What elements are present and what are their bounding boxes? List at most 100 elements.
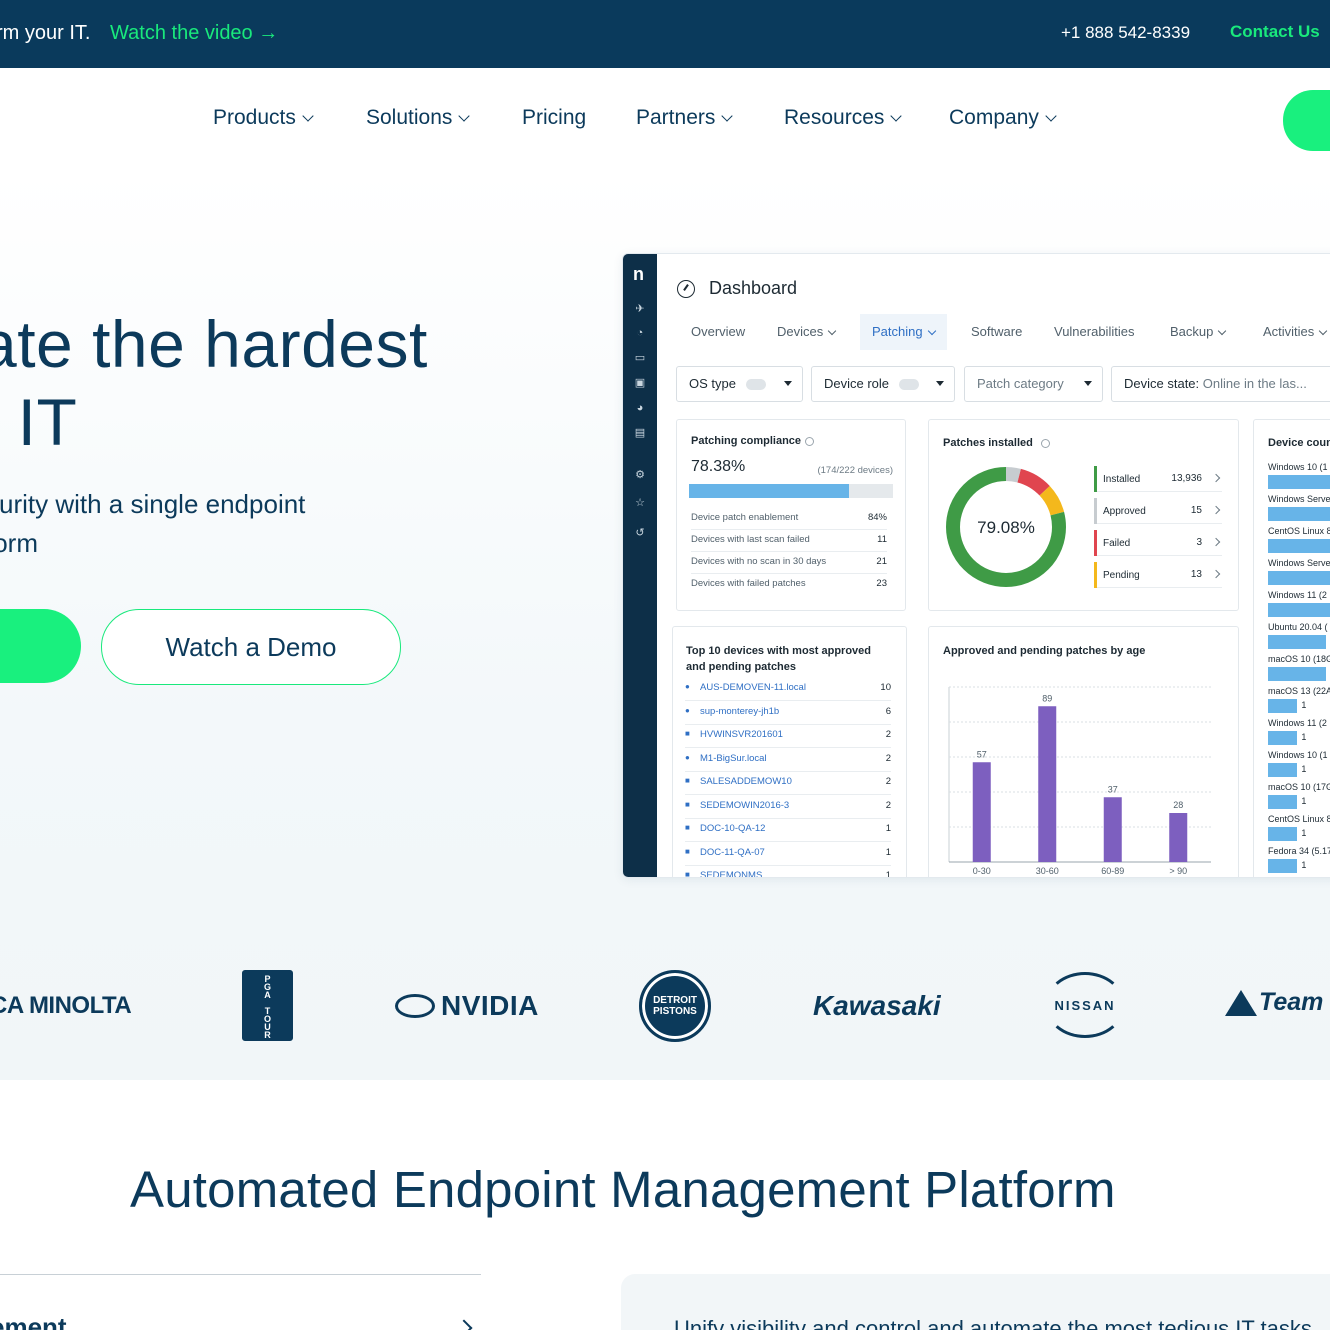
device-count-bar[interactable] — [1268, 539, 1330, 553]
tab-label: Devices — [777, 324, 824, 339]
gear-icon[interactable]: ⚙ — [633, 468, 647, 482]
device-count-bar[interactable] — [1268, 571, 1330, 585]
legend-row-installed[interactable]: Installed 13,936 — [1094, 466, 1222, 492]
rocket-icon[interactable]: ✈ — [633, 302, 647, 316]
bar-0-30[interactable] — [972, 762, 991, 862]
legend-row-approved[interactable]: Approved 15 — [1094, 498, 1222, 524]
device-count-bar[interactable] — [1268, 827, 1298, 841]
device-count: 2 — [885, 799, 891, 811]
devices-icon[interactable]: ▭ — [633, 351, 647, 365]
device-row[interactable]: ■ SALESADDEMOW10 2 — [685, 772, 891, 795]
device-row[interactable]: ■ SEDEMONMS 1 — [685, 866, 891, 877]
inbox-icon[interactable]: ▤ — [633, 426, 647, 440]
device-count-value: 1 — [1301, 700, 1307, 710]
tab-label: Activities — [1263, 324, 1315, 339]
chevron-down-icon — [828, 326, 837, 335]
device-count-label: CentOS Linux 8 — [1268, 814, 1330, 824]
nav-cta-button[interactable] — [1283, 90, 1330, 151]
tab-patching[interactable]: Patching — [860, 314, 947, 350]
tab-vulnerabilities[interactable]: Vulnerabilities — [1054, 314, 1134, 350]
device-count: 6 — [885, 705, 891, 717]
filter-value: Online in the las... — [1202, 376, 1307, 391]
primary-cta-button[interactable] — [0, 609, 81, 683]
compliance-row[interactable]: Devices with last scan failed 11 — [691, 530, 887, 552]
nav-solutions[interactable]: Solutions — [366, 106, 471, 130]
device-row[interactable]: ■ SEDEMOWIN2016-3 2 — [685, 796, 891, 819]
chevron-right-icon[interactable] — [455, 1319, 473, 1330]
chevron-right-icon — [1211, 569, 1221, 579]
star-icon[interactable]: ☆ — [633, 496, 647, 510]
device-count-bar[interactable] — [1268, 603, 1330, 617]
nav-company-label: Company — [949, 106, 1039, 129]
nav-products[interactable]: Products — [213, 106, 314, 130]
os-type-filter[interactable]: OS type — [676, 366, 803, 402]
tab-label: Overview — [691, 324, 746, 339]
gauge-icon[interactable]: ◔ — [633, 326, 647, 340]
chart-icon[interactable]: ◕ — [633, 401, 647, 415]
nav-pricing[interactable]: Pricing — [522, 106, 586, 130]
device-count-bar[interactable] — [1268, 667, 1327, 681]
contact-us-link[interactable]: Contact Us — [1230, 22, 1320, 42]
toggle-switch[interactable] — [745, 379, 766, 391]
toggle-switch[interactable] — [899, 379, 920, 391]
tab-overview[interactable]: Overview — [691, 314, 745, 350]
bar--90[interactable] — [1169, 813, 1188, 862]
platform-panel-text: Unify visibility and control and automat… — [674, 1316, 1312, 1330]
x-tick-label: 0-30 — [973, 866, 991, 876]
legend-color-bar — [1094, 466, 1097, 492]
watch-video-link[interactable]: Watch the video → — [110, 22, 278, 44]
info-icon[interactable] — [805, 436, 815, 446]
history-icon[interactable]: ↺ — [633, 526, 647, 540]
compliance-row[interactable]: Device patch enablement 84% — [691, 508, 887, 530]
nav-resources[interactable]: Resources — [784, 106, 903, 130]
bar-60-89[interactable] — [1103, 797, 1122, 862]
compliance-row[interactable]: Devices with failed patches 23 — [691, 574, 887, 596]
chevron-down-icon — [1045, 109, 1057, 122]
tab-software[interactable]: Software — [971, 314, 1022, 350]
monitor-icon[interactable]: ▣ — [633, 376, 647, 390]
device-count-bar[interactable] — [1268, 795, 1298, 809]
compliance-row[interactable]: Devices with no scan in 30 days 21 — [691, 552, 887, 574]
accordion-item-label[interactable]: ement — [0, 1312, 67, 1330]
device-row[interactable]: ■ DOC-11-QA-07 1 — [685, 843, 891, 866]
legend-row-failed[interactable]: Failed 3 — [1094, 530, 1222, 556]
device-row[interactable]: ● M1-BigSur.local 2 — [685, 749, 891, 772]
filter-label: OS type — [689, 376, 736, 391]
device-count: 10 — [880, 682, 891, 693]
device-count-bar[interactable] — [1268, 731, 1298, 745]
filter-label: Device role — [824, 376, 890, 391]
phone-link[interactable]: +1 888 542-8339 — [1061, 23, 1190, 43]
device-row[interactable]: ● AUS-DEMOVEN-11.local 10 — [685, 678, 891, 701]
device-count-bar[interactable] — [1268, 763, 1298, 777]
bar-30-60[interactable] — [1038, 706, 1057, 862]
device-count-bar[interactable] — [1268, 507, 1330, 521]
device-count-bar[interactable] — [1268, 859, 1298, 873]
device-row[interactable]: ● sup-monterey-jh1b 6 — [685, 702, 891, 725]
device-count-bar[interactable] — [1268, 635, 1327, 649]
pga-tour-text: PGA TOUR — [262, 973, 273, 1038]
chevron-down-icon — [721, 109, 734, 122]
info-icon[interactable] — [1040, 438, 1050, 448]
legend-row-pending[interactable]: Pending 13 — [1094, 562, 1222, 588]
dashboard-header: Dashboard — [677, 278, 797, 299]
device-state-filter[interactable]: Device state: Online in the las... — [1111, 366, 1330, 402]
nav-partners[interactable]: Partners — [636, 106, 734, 130]
team-mark-icon — [1225, 989, 1257, 1016]
caret-down-icon — [936, 381, 944, 386]
device-row[interactable]: ■ HVWINSVR201601 2 — [685, 725, 891, 748]
legend-value: 13,936 — [1171, 473, 1202, 484]
tab-devices[interactable]: Devices — [777, 314, 837, 350]
konica-minolta-logo: CA MINOLTA — [0, 992, 132, 1019]
device-count-bar[interactable] — [1268, 475, 1330, 489]
patch-category-filter[interactable]: Patch category — [964, 366, 1103, 402]
device-row[interactable]: ■ DOC-10-QA-12 1 — [685, 819, 891, 842]
nav-company[interactable]: Company — [949, 106, 1057, 130]
device-count-value: 1 — [1301, 764, 1307, 774]
device-count-bar[interactable] — [1268, 699, 1298, 713]
apple-icon: ● — [685, 705, 690, 715]
tab-backup[interactable]: Backup — [1170, 314, 1227, 350]
team-logo: Team — [1225, 988, 1323, 1017]
device-role-filter[interactable]: Device role — [811, 366, 955, 402]
tab-activities[interactable]: Activities — [1263, 314, 1328, 350]
watch-demo-button[interactable]: Watch a Demo — [101, 609, 401, 685]
